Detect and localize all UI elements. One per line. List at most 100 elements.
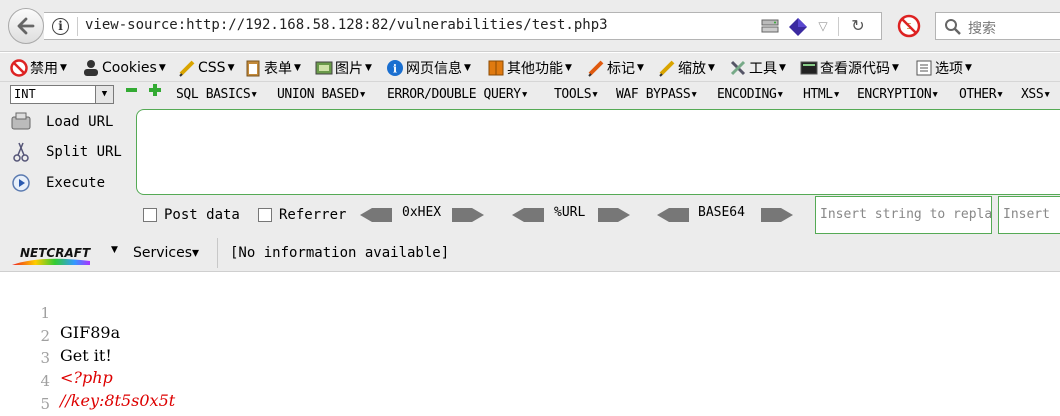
toolbar-item-outline[interactable]: 标记 ▼ <box>587 57 644 79</box>
server-icon[interactable] <box>761 18 779 34</box>
caret-down-icon: ▼ <box>294 63 301 73</box>
caret-down-icon: ▼ <box>779 63 786 73</box>
toolbar-item-view-source[interactable]: 查看源代码 ▼ <box>800 57 899 79</box>
menu-sql-basics[interactable]: SQL BASICS▾ <box>176 87 258 102</box>
toolbar-item-label: 查看源代码 <box>820 61 890 77</box>
info-icon: i <box>387 60 403 76</box>
box-icon <box>488 60 504 76</box>
menu-html[interactable]: HTML▾ <box>803 87 841 102</box>
base64-encode-left-arrow[interactable] <box>657 207 691 223</box>
post-data-label: Post data <box>164 207 240 223</box>
no-sign-icon <box>10 59 28 77</box>
menu-label: ENCRYPTION <box>857 87 932 102</box>
user-silhouette-icon <box>84 60 98 76</box>
back-button[interactable] <box>8 8 44 44</box>
toolbar-item-label: 网页信息 <box>406 61 462 77</box>
source-line: 2 Get it! <box>0 308 111 365</box>
caret-down-icon: ▼ <box>464 63 471 73</box>
checkbox-box[interactable] <box>143 208 157 222</box>
pencil-icon <box>179 60 195 77</box>
injection-type-value: INT <box>14 87 36 101</box>
menu-xss[interactable]: XSS▾ <box>1021 87 1051 102</box>
increase-button[interactable] <box>148 83 162 97</box>
menu-other[interactable]: OTHER▾ <box>959 87 1004 102</box>
execute-button[interactable]: Execute <box>10 171 105 195</box>
decrease-button[interactable] <box>126 88 137 92</box>
caret-down-icon: ▼ <box>60 63 67 73</box>
checkbox-box[interactable] <box>258 208 272 222</box>
search-box[interactable]: 搜索 <box>935 12 1060 40</box>
insert-replacing-string-input[interactable]: Insert replacing string <box>998 196 1060 234</box>
toolbar-item-label: 其他功能 <box>507 61 563 77</box>
toolbar-item-options[interactable]: 选项 ▼ <box>915 57 972 79</box>
menu-label: WAF BYPASS <box>616 87 691 102</box>
cube-icon[interactable] <box>788 17 808 37</box>
url-decode-right-arrow[interactable] <box>596 207 630 223</box>
netcraft-logo-text: NETCRAFT <box>20 246 91 260</box>
toolbar-item-label: Cookies <box>102 60 157 76</box>
hex-label: 0xHEX <box>402 205 442 220</box>
menu-label: UNION BASED <box>277 87 359 102</box>
source-line: 3 <?php <box>0 330 112 387</box>
terminal-icon <box>800 61 818 75</box>
netcraft-logo-icon[interactable]: NETCRAFT <box>10 243 106 267</box>
menu-encryption[interactable]: ENCRYPTION▾ <box>857 87 939 102</box>
netcraft-toolbar: NETCRAFT ▼ Services▾ [No information ava… <box>0 236 1060 272</box>
menu-label: HTML <box>803 87 833 102</box>
checklist-icon <box>916 60 932 76</box>
services-menu[interactable]: Services▾ <box>133 245 199 261</box>
menu-encoding[interactable]: ENCODING▾ <box>717 87 784 102</box>
split-url-button[interactable]: Split URL <box>10 140 122 164</box>
play-icon <box>12 174 30 192</box>
chevron-down-icon[interactable]: ▽ <box>814 19 832 35</box>
base64-decode-right-arrow[interactable] <box>759 207 793 223</box>
caret-down-icon: ▼ <box>965 63 972 73</box>
url-bar[interactable]: i view-source:http://192.168.58.128:82/v… <box>44 12 882 40</box>
insert-string-to-replace-input[interactable]: Insert string to replace <box>815 196 992 234</box>
url-divider-2 <box>838 17 839 36</box>
marker-icon <box>588 60 604 77</box>
referrer-checkbox[interactable]: Referrer <box>258 207 346 223</box>
load-url-label: Load URL <box>46 114 114 130</box>
netcraft-divider <box>217 238 218 268</box>
load-url-button[interactable]: Load URL <box>10 110 113 134</box>
post-data-checkbox[interactable]: Post data <box>143 207 240 223</box>
injection-type-select[interactable]: INT ▼ <box>10 85 114 104</box>
menu-label: XSS <box>1021 87 1044 102</box>
menu-union-based[interactable]: UNION BASED▾ <box>277 87 367 102</box>
url-text[interactable]: view-source:http://192.168.58.128:82/vul… <box>85 17 608 33</box>
menu-tools[interactable]: TOOLS▾ <box>554 87 599 102</box>
clipboard-icon <box>246 60 260 77</box>
toolbar-item-page-info[interactable]: i 网页信息 ▼ <box>386 57 471 79</box>
reload-icon[interactable]: ↻ <box>848 16 868 36</box>
split-url-label: Split URL <box>46 144 122 160</box>
menu-label: TOOLS <box>554 87 592 102</box>
search-placeholder: 搜索 <box>968 21 996 37</box>
base64-label: BASE64 <box>698 205 745 220</box>
toolbar-item-misc[interactable]: 其他功能 ▼ <box>487 57 572 79</box>
toolbar-item-cookies[interactable]: Cookies ▼ <box>82 57 166 79</box>
toolbar-item-disable[interactable]: 禁用 ▼ <box>10 57 67 79</box>
web-developer-toolbar: 禁用 ▼ Cookies ▼ CSS ▼ 表单 ▼ 图片 ▼ i 网页信息 ▼ 其他功能 ▼ … <box>0 53 1060 82</box>
menu-waf-bypass[interactable]: WAF BYPASS▾ <box>616 87 698 102</box>
hex-decode-right-arrow[interactable] <box>450 207 484 223</box>
toolbar-item-css[interactable]: CSS ▼ <box>178 57 234 79</box>
netcraft-info-text: [No information available] <box>230 245 450 261</box>
toolbar-item-resize[interactable]: 缩放 ▼ <box>658 57 715 79</box>
noscript-icon[interactable]: S <box>897 14 921 38</box>
chevron-down-icon[interactable]: ▼ <box>95 86 113 103</box>
toolbar-item-label: 选项 <box>935 61 963 77</box>
menu-error-double-query[interactable]: ERROR/DOUBLE QUERY▾ <box>387 87 529 102</box>
caret-down-icon[interactable]: ▼ <box>111 245 118 255</box>
url-textarea[interactable] <box>136 109 1060 195</box>
toolbar-item-tools[interactable]: 工具 ▼ <box>729 57 786 79</box>
site-info-icon[interactable]: i <box>52 18 69 35</box>
menu-label: SQL BASICS <box>176 87 251 102</box>
hex-encode-left-arrow[interactable] <box>360 207 394 223</box>
toolbar-item-label: CSS <box>198 60 226 76</box>
url-encode-left-arrow[interactable] <box>512 207 546 223</box>
toolbar-item-images[interactable]: 图片 ▼ <box>315 57 372 79</box>
line-text: //key:8t5s0x5t <box>60 391 176 410</box>
toolbar-item-label: 缩放 <box>678 61 706 77</box>
toolbar-item-forms[interactable]: 表单 ▼ <box>244 57 301 79</box>
